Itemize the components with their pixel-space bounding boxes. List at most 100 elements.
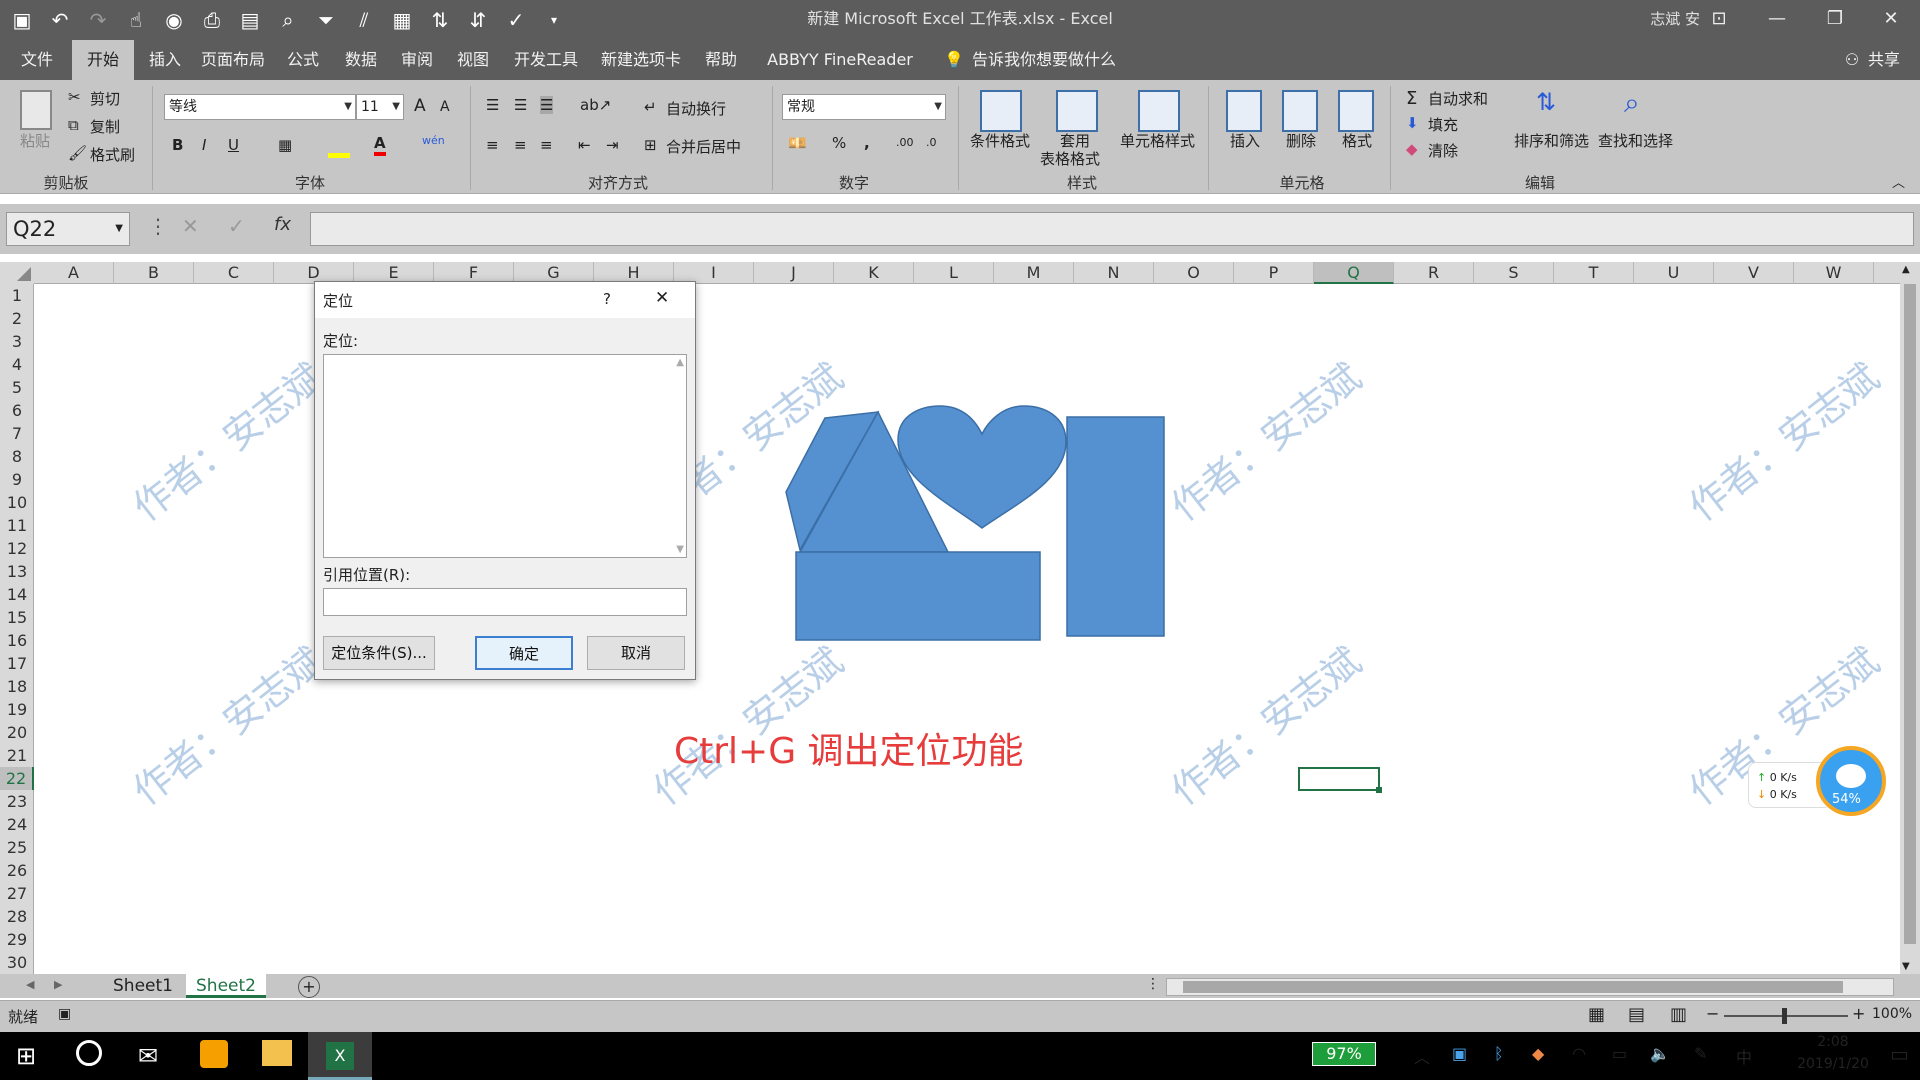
- sheet-tab-sheet2[interactable]: Sheet2: [186, 974, 266, 998]
- decrease-decimal-icon[interactable]: .0: [926, 136, 937, 149]
- clock-time[interactable]: 2:08: [1788, 1034, 1878, 1050]
- autosum-icon[interactable]: Σ: [1406, 88, 1417, 109]
- row-header-18[interactable]: 18: [0, 675, 34, 698]
- row-header-11[interactable]: 11: [0, 514, 34, 537]
- cut-button[interactable]: 剪切: [90, 88, 120, 109]
- row-header-4[interactable]: 4: [0, 353, 34, 376]
- table-format-line2[interactable]: 表格格式: [1040, 148, 1100, 169]
- normal-view-icon[interactable]: ▦: [1588, 1004, 1605, 1025]
- increase-decimal-icon[interactable]: .00: [896, 136, 914, 149]
- goto-special-button[interactable]: 定位条件(S)...: [323, 636, 435, 670]
- tray-chevron-icon[interactable]: ︿: [1414, 1044, 1430, 1068]
- row-header-19[interactable]: 19: [0, 698, 34, 721]
- column-header-v[interactable]: V: [1714, 262, 1794, 284]
- fill-handle[interactable]: [1376, 787, 1382, 793]
- row-header-3[interactable]: 3: [0, 330, 34, 353]
- pen-icon[interactable]: ✎: [1694, 1044, 1707, 1063]
- close-window-icon[interactable]: ✕: [1862, 0, 1920, 40]
- search-circle-icon[interactable]: [76, 1040, 102, 1066]
- share-button[interactable]: 共享: [1864, 40, 1904, 80]
- increase-indent-icon[interactable]: ⇥: [606, 136, 619, 154]
- tab-page-layout[interactable]: 页面布局: [196, 40, 270, 80]
- notification-icon[interactable]: ▭: [1890, 1042, 1909, 1066]
- phonetic-button[interactable]: wén: [422, 134, 445, 147]
- copy-icon[interactable]: ⧉: [68, 116, 79, 134]
- align-center-icon[interactable]: ≡: [514, 136, 527, 154]
- tab-review[interactable]: 审阅: [392, 40, 442, 80]
- dialog-close-button[interactable]: ✕: [655, 288, 669, 308]
- column-header-q[interactable]: Q: [1314, 262, 1394, 284]
- file-explorer-icon[interactable]: [262, 1040, 292, 1066]
- macro-record-icon[interactable]: ▣: [58, 1006, 71, 1022]
- insert-function-button[interactable]: fx: [274, 214, 291, 235]
- rectangle-shape[interactable]: [795, 551, 1041, 641]
- name-box[interactable]: Q22 ▼: [6, 212, 130, 246]
- row-header-23[interactable]: 23: [0, 790, 34, 813]
- delete-cells-button[interactable]: 删除: [1286, 130, 1316, 151]
- column-header-k[interactable]: K: [834, 262, 914, 284]
- tab-abbyy[interactable]: ABBYY FineReader 12: [756, 40, 924, 109]
- row-header-27[interactable]: 27: [0, 882, 34, 905]
- minimize-icon[interactable]: —: [1748, 0, 1806, 40]
- align-right-icon[interactable]: ≡: [540, 136, 553, 154]
- sheet-tab-sheet1[interactable]: Sheet1: [104, 974, 182, 998]
- cell-styles-icon[interactable]: [1138, 90, 1180, 132]
- zoom-in-icon[interactable]: +: [1852, 1004, 1865, 1023]
- row-header-29[interactable]: 29: [0, 928, 34, 951]
- row-header-16[interactable]: 16: [0, 629, 34, 652]
- bold-button[interactable]: B: [172, 136, 183, 154]
- selected-cell[interactable]: [1298, 767, 1382, 793]
- tab-file[interactable]: 文件: [10, 40, 64, 80]
- list-scroll-up-icon[interactable]: ▲: [676, 357, 684, 368]
- column-header-a[interactable]: A: [34, 262, 114, 284]
- tab-developer[interactable]: 开发工具: [506, 40, 586, 80]
- row-header-22[interactable]: 22: [0, 767, 34, 790]
- sheet-next-icon[interactable]: ▶: [54, 978, 62, 991]
- row-header-20[interactable]: 20: [0, 721, 34, 744]
- collapse-ribbon-icon[interactable]: ︿: [1892, 172, 1905, 191]
- underline-button[interactable]: U: [228, 136, 239, 154]
- row-header-5[interactable]: 5: [0, 376, 34, 399]
- paste-button[interactable]: 粘贴: [20, 130, 50, 151]
- zoom-slider[interactable]: [1724, 1008, 1848, 1024]
- clear-icon[interactable]: ◆: [1406, 140, 1418, 158]
- zoom-out-icon[interactable]: −: [1706, 1004, 1719, 1023]
- align-left-icon[interactable]: ≡: [486, 136, 499, 154]
- format-cells-icon[interactable]: [1338, 90, 1374, 132]
- windows-start-icon[interactable]: ⊞: [16, 1042, 36, 1070]
- sort-filter-button[interactable]: 排序和筛选: [1514, 130, 1589, 151]
- align-bottom-icon[interactable]: ☰: [540, 96, 554, 114]
- tab-home[interactable]: 开始: [72, 40, 134, 80]
- app-icon[interactable]: [200, 1040, 228, 1068]
- row-header-25[interactable]: 25: [0, 836, 34, 859]
- copy-button[interactable]: 复制: [90, 116, 120, 137]
- currency-icon[interactable]: 💴: [788, 134, 807, 152]
- ok-button[interactable]: 确定: [475, 636, 573, 670]
- column-header-t[interactable]: T: [1554, 262, 1634, 284]
- row-header-15[interactable]: 15: [0, 606, 34, 629]
- tab-formulas[interactable]: 公式: [278, 40, 328, 80]
- cell-styles-button[interactable]: 单元格样式: [1120, 130, 1195, 151]
- tab-data[interactable]: 数据: [336, 40, 386, 80]
- page-break-view-icon[interactable]: ▥: [1670, 1004, 1687, 1025]
- excel-taskbar-button[interactable]: X: [308, 1032, 372, 1080]
- column-header-o[interactable]: O: [1154, 262, 1234, 284]
- italic-button[interactable]: I: [202, 136, 206, 154]
- select-all-button[interactable]: [0, 262, 34, 284]
- align-middle-icon[interactable]: ☰: [514, 96, 527, 114]
- tell-me-box[interactable]: 告诉我你想要做什么: [972, 40, 1122, 80]
- insert-cells-icon[interactable]: [1226, 90, 1262, 132]
- zoom-level[interactable]: 100%: [1872, 1006, 1912, 1022]
- dialog-help-button[interactable]: ?: [603, 290, 611, 308]
- volume-icon[interactable]: 🔈: [1650, 1044, 1670, 1063]
- find-select-icon[interactable]: ⌕: [1624, 86, 1640, 120]
- shapes-drawing[interactable]: [780, 400, 1170, 644]
- format-cells-button[interactable]: 格式: [1342, 130, 1372, 151]
- tray-security-icon[interactable]: ◆: [1532, 1044, 1544, 1063]
- column-header-p[interactable]: P: [1234, 262, 1314, 284]
- column-header-m[interactable]: M: [994, 262, 1074, 284]
- row-header-12[interactable]: 12: [0, 537, 34, 560]
- merge-center-icon[interactable]: ⊞: [644, 136, 657, 154]
- row-header-2[interactable]: 2: [0, 307, 34, 330]
- delete-cells-icon[interactable]: [1282, 90, 1318, 132]
